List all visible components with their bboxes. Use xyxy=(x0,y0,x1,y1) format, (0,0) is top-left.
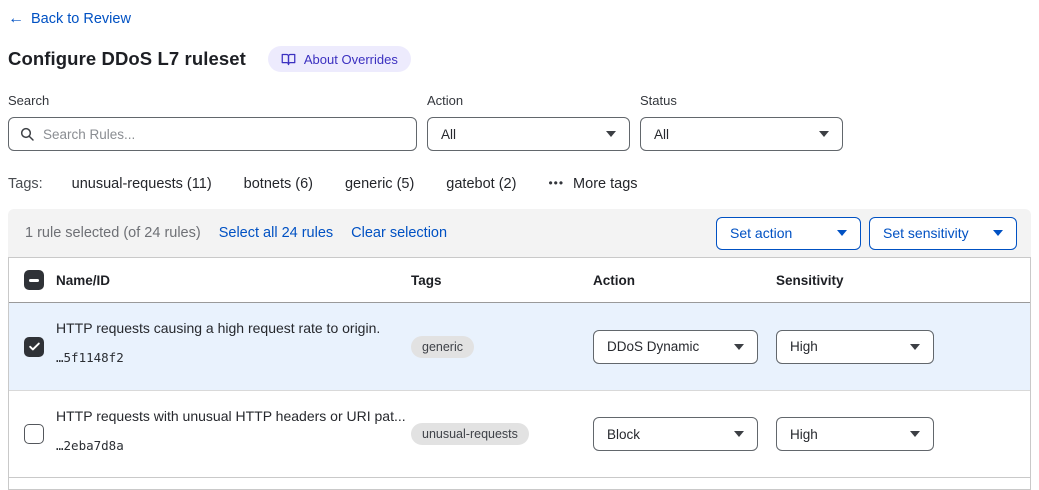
title-row: Configure DDoS L7 ruleset About Override… xyxy=(8,46,1031,72)
back-to-review-link[interactable]: ← Back to Review xyxy=(8,11,131,27)
column-header-name-id: Name/ID xyxy=(56,273,411,288)
tag-filter-unusual-requests[interactable]: unusual-requests (11) xyxy=(72,176,212,192)
set-action-label: Set action xyxy=(730,225,792,241)
rule-action-select[interactable]: Block xyxy=(593,417,758,451)
chevron-down-icon xyxy=(734,431,744,437)
tags-label: Tags: xyxy=(8,176,43,192)
ellipsis-icon: ••• xyxy=(548,176,564,190)
rule-tag-pill: generic xyxy=(411,336,474,358)
action-filter-group: Action All xyxy=(427,93,630,151)
rule-name: HTTP requests causing a high request rat… xyxy=(56,319,411,338)
chevron-down-icon xyxy=(910,431,920,437)
indeterminate-icon xyxy=(29,279,39,282)
about-overrides-label: About Overrides xyxy=(304,52,398,67)
row-checkbox-unchecked[interactable] xyxy=(24,424,44,444)
bulk-selection-bar: 1 rule selected (of 24 rules) Select all… xyxy=(8,209,1031,257)
action-filter-label: Action xyxy=(427,93,630,108)
action-filter-select[interactable]: All xyxy=(427,117,630,151)
table-row: HTTP requests with unusual HTTP headers … xyxy=(9,390,1030,477)
status-filter-select[interactable]: All xyxy=(640,117,843,151)
search-input[interactable] xyxy=(8,117,417,151)
tag-filter-gatebot[interactable]: gatebot (2) xyxy=(446,176,516,192)
chevron-down-icon xyxy=(734,344,744,350)
configure-ddos-ruleset-page: ← Back to Review Configure DDoS L7 rules… xyxy=(0,0,1039,490)
table-row: HTTP requests causing a high request rat… xyxy=(9,303,1030,390)
table-header-row: Name/ID Tags Action Sensitivity xyxy=(9,258,1030,303)
back-arrow-icon: ← xyxy=(8,11,24,27)
rule-sensitivity-value: High xyxy=(790,339,818,354)
selection-summary: 1 rule selected (of 24 rules) xyxy=(25,225,201,241)
tag-filter-generic[interactable]: generic (5) xyxy=(345,176,414,192)
column-header-tags: Tags xyxy=(411,273,593,288)
chevron-down-icon xyxy=(910,344,920,350)
rule-action-select[interactable]: DDoS Dynamic xyxy=(593,330,758,364)
rule-action-value: DDoS Dynamic xyxy=(607,339,699,354)
check-icon xyxy=(28,340,41,353)
chevron-down-icon xyxy=(606,131,616,137)
status-filter-group: Status All xyxy=(640,93,843,151)
row-checkbox-checked[interactable] xyxy=(24,337,44,357)
status-filter-value: All xyxy=(654,127,669,142)
rule-id: …5f1148f2 xyxy=(56,350,411,365)
tags-filter-bar: Tags: unusual-requests (11) botnets (6) … xyxy=(8,176,1031,192)
action-filter-value: All xyxy=(441,127,456,142)
page-title: Configure DDoS L7 ruleset xyxy=(8,48,246,70)
book-icon xyxy=(281,52,296,67)
search-field-group: Search xyxy=(8,93,417,151)
set-action-dropdown[interactable]: Set action xyxy=(716,217,861,250)
rule-action-value: Block xyxy=(607,427,640,442)
column-header-action: Action xyxy=(593,273,776,288)
rule-sensitivity-select[interactable]: High xyxy=(776,417,934,451)
set-sensitivity-label: Set sensitivity xyxy=(883,225,969,241)
rule-id: …2eba7d8a xyxy=(56,438,411,453)
rule-name: HTTP requests with unusual HTTP headers … xyxy=(56,407,411,426)
select-all-checkbox[interactable] xyxy=(24,270,44,290)
chevron-down-icon xyxy=(993,230,1003,236)
column-header-sensitivity: Sensitivity xyxy=(776,273,1030,288)
set-sensitivity-dropdown[interactable]: Set sensitivity xyxy=(869,217,1017,250)
chevron-down-icon xyxy=(819,131,829,137)
back-link-label: Back to Review xyxy=(31,11,131,27)
search-icon xyxy=(19,126,35,147)
select-all-link[interactable]: Select all 24 rules xyxy=(219,225,333,241)
rule-tag-pill: unusual-requests xyxy=(411,423,529,445)
more-tags-button[interactable]: ••• More tags xyxy=(548,176,637,192)
search-label: Search xyxy=(8,93,417,108)
tag-filter-botnets[interactable]: botnets (6) xyxy=(244,176,313,192)
clear-selection-link[interactable]: Clear selection xyxy=(351,225,447,241)
rule-sensitivity-select[interactable]: High xyxy=(776,330,934,364)
filter-bar: Search Action All Status All xyxy=(8,93,1031,151)
table-row-partial xyxy=(9,477,1030,489)
rules-table: Name/ID Tags Action Sensitivity HTTP req… xyxy=(8,257,1031,490)
chevron-down-icon xyxy=(837,230,847,236)
more-tags-label: More tags xyxy=(573,176,637,192)
rules-card: 1 rule selected (of 24 rules) Select all… xyxy=(8,209,1031,490)
status-filter-label: Status xyxy=(640,93,843,108)
about-overrides-button[interactable]: About Overrides xyxy=(268,46,411,72)
rule-sensitivity-value: High xyxy=(790,427,818,442)
